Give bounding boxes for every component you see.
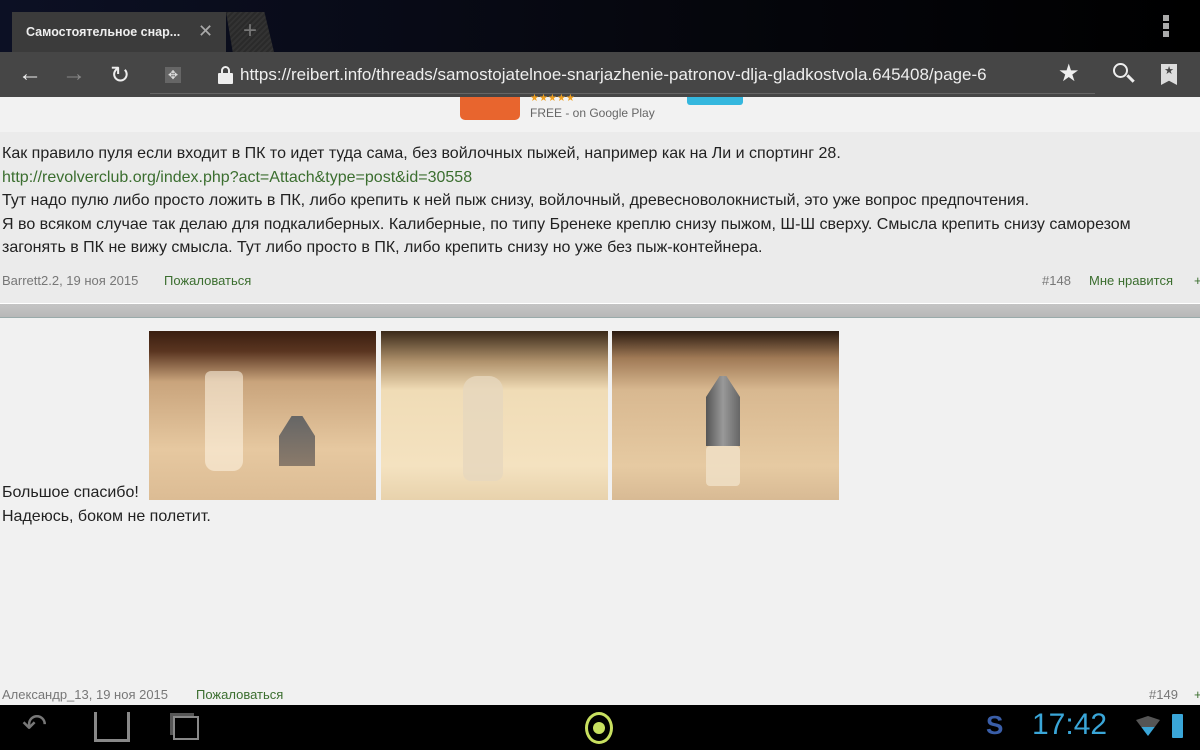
search-icon[interactable] (1113, 63, 1137, 87)
app-logo-icon (460, 97, 520, 120)
plus-link[interactable]: + (1194, 687, 1200, 702)
overflow-menu-icon[interactable] (1163, 15, 1169, 37)
nav-back-icon[interactable]: ↶ (22, 708, 47, 743)
ad-install-button[interactable] (687, 97, 743, 105)
battery-icon (1172, 714, 1183, 738)
like-link[interactable]: Мне нравится (1089, 273, 1173, 288)
site-favicon-icon: ✥ (165, 67, 181, 83)
post-text: Тут надо пулю либо просто ложить в ПК, л… (2, 192, 1030, 209)
post-author-date[interactable]: Barrett2.2, 19 ноя 2015 (2, 273, 138, 288)
browser-tab[interactable]: Самостоятельное снар... (12, 12, 226, 52)
post-text: загонять в ПК не вижу смысла. Тут либо п… (2, 239, 763, 256)
tab-title: Самостоятельное снар... (26, 25, 181, 39)
bookmark-star-icon[interactable]: ★ (1058, 59, 1080, 88)
skype-icon: S (986, 710, 1004, 740)
attachment-photo-2[interactable] (381, 331, 608, 500)
url-underline (150, 93, 1095, 94)
attachment-photo-3[interactable] (612, 331, 839, 500)
report-link[interactable]: Пожаловаться (164, 273, 251, 288)
plus-link[interactable]: + (1194, 273, 1200, 288)
post-text: Большое спасибо! (2, 484, 139, 501)
post-number[interactable]: #149 (1149, 687, 1178, 702)
launcher-icon[interactable] (585, 712, 613, 744)
close-tab-icon[interactable]: ✕ (198, 22, 213, 40)
post-148: Как правило пуля если входит в ПК то иде… (0, 132, 1200, 303)
post-number[interactable]: #148 (1042, 273, 1071, 288)
post-divider (0, 303, 1200, 318)
post-author-date[interactable]: Александр_13, 19 ноя 2015 (2, 687, 168, 702)
clock[interactable]: 17:42 (1032, 708, 1107, 742)
lock-icon (218, 66, 233, 84)
url-field[interactable]: https://reibert.info/threads/samostojate… (240, 65, 987, 85)
post-text: Надеюсь, боком не полетит. (2, 508, 211, 525)
report-link[interactable]: Пожаловаться (196, 687, 283, 702)
back-icon[interactable]: ← (18, 60, 42, 88)
post-text: Как правило пуля если входит в ПК то иде… (2, 145, 841, 162)
attachment-photo-1[interactable] (149, 331, 376, 500)
post-text: Я во всяком случае так делаю для подкали… (2, 216, 1131, 233)
nav-recents-icon[interactable] (173, 716, 199, 740)
post-link[interactable]: http://revolverclub.org/index.php?act=At… (2, 169, 472, 187)
ad-text: FREE - on Google Play (530, 106, 655, 120)
nav-home-icon[interactable] (94, 712, 130, 742)
forward-icon[interactable]: → (62, 60, 86, 88)
reload-icon[interactable]: ↻ (110, 61, 130, 90)
rating-stars: ★★★★★ (530, 93, 575, 104)
